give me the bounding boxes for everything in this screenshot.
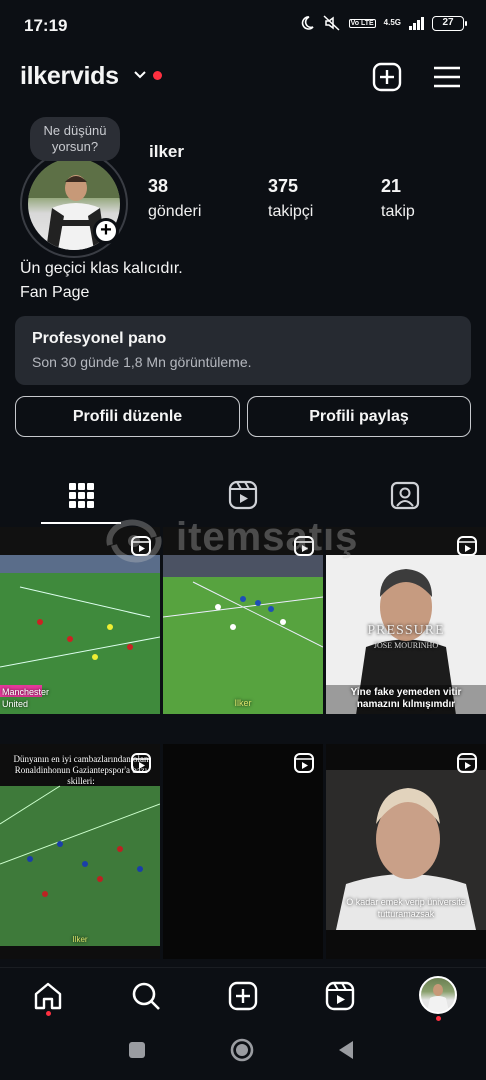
reels-icon[interactable] [324, 980, 356, 1012]
home-icon[interactable] [32, 980, 64, 1012]
post-caption: O kadar emek verip üniversite tutturamaz… [346, 897, 466, 919]
post-caption: Yine fake yemeden vitir namazını kılmışı… [350, 687, 462, 710]
post-caption: Manchester United [2, 687, 50, 709]
stat-label: gönderi [148, 203, 202, 220]
stat-count: 21 [381, 176, 402, 196]
profile-header: ilkervids [20, 58, 466, 98]
post-label: Ilker [234, 698, 252, 708]
back-icon[interactable] [336, 1039, 356, 1061]
home-system-icon[interactable] [229, 1037, 255, 1063]
bio-line: Fan Page [20, 284, 90, 301]
stat-followers[interactable]: 375 takipçi [268, 176, 313, 221]
bottom-nav [0, 967, 486, 1025]
note-bubble[interactable]: Ne düşünü yorsun? [30, 117, 120, 161]
create-post-icon[interactable] [227, 980, 259, 1012]
watermark-logo-icon [106, 519, 162, 563]
professional-dashboard[interactable]: Profesyonel pano Son 30 günde 1,8 Mn gör… [15, 316, 471, 385]
dashboard-title: Profesyonel pano [32, 330, 167, 347]
display-name: ilker [149, 142, 184, 161]
stat-count: 38 [148, 176, 169, 196]
posts-grid: Manchester United Ilker PRESSURE JOSE MO… [0, 527, 486, 967]
status-icons: Vo LTE 4.5G 27 [299, 15, 467, 31]
username[interactable]: ilkervids [20, 62, 119, 91]
profile-notification-dot [436, 1016, 441, 1021]
post-tile[interactable] [163, 744, 323, 959]
volte-icon: Vo LTE [348, 18, 376, 28]
post-title: PRESSURE [367, 623, 445, 638]
stat-label: takipçi [268, 203, 314, 220]
mute-icon [323, 15, 340, 31]
reel-icon [457, 536, 477, 556]
watermark-text: itemsatış [176, 515, 359, 559]
status-bar: 17:19 Vo LTE 4.5G 27 [0, 0, 486, 50]
reel-icon [131, 753, 151, 773]
reel-icon [294, 753, 314, 773]
home-notification-dot [46, 1011, 51, 1016]
grid-icon[interactable] [64, 478, 98, 512]
battery-icon: 27 [432, 15, 467, 31]
chevron-down-icon[interactable] [132, 66, 148, 82]
edit-profile-button[interactable]: Profili düzenle [15, 396, 240, 437]
tagged-icon[interactable] [388, 478, 422, 512]
post-tile[interactable]: Dünyanın en iyi cambazlarından olan Rona… [0, 744, 160, 959]
share-profile-button[interactable]: Profili paylaş [247, 396, 471, 437]
status-time: 17:19 [24, 16, 68, 35]
recents-icon[interactable] [127, 1040, 147, 1060]
stat-following[interactable]: 21 takip [381, 176, 415, 221]
system-nav-bar [0, 1025, 486, 1080]
battery-level: 27 [442, 16, 454, 28]
moon-icon [301, 16, 314, 30]
network-type: 4.5G [383, 18, 401, 27]
reel-icon [457, 753, 477, 773]
create-button[interactable] [370, 60, 404, 94]
signal-icon [409, 16, 424, 30]
bio-line: Ün geçici klas kalıcıdır. [20, 260, 183, 277]
bio: Ün geçici klas kalıcıdır. Fan Page [20, 257, 183, 305]
profile-avatar-button[interactable] [419, 976, 457, 1014]
dashboard-subtitle: Son 30 günde 1,8 Mn görüntüleme. [32, 354, 252, 370]
watermark: itemsatış [102, 515, 382, 567]
reels-tab-icon[interactable] [226, 478, 260, 512]
post-label: Ilker [72, 935, 88, 944]
search-icon[interactable] [130, 980, 162, 1012]
post-tile[interactable]: O kadar emek verip üniversite tutturamaz… [326, 744, 486, 959]
menu-icon[interactable] [430, 60, 464, 94]
notification-dot [153, 71, 162, 80]
post-subtitle: JOSE MOURINHO [373, 641, 439, 650]
stat-posts[interactable]: 38 gönderi [148, 176, 201, 221]
add-story-button[interactable]: + [93, 218, 119, 244]
stat-label: takip [381, 203, 415, 220]
stat-count: 375 [268, 176, 299, 196]
